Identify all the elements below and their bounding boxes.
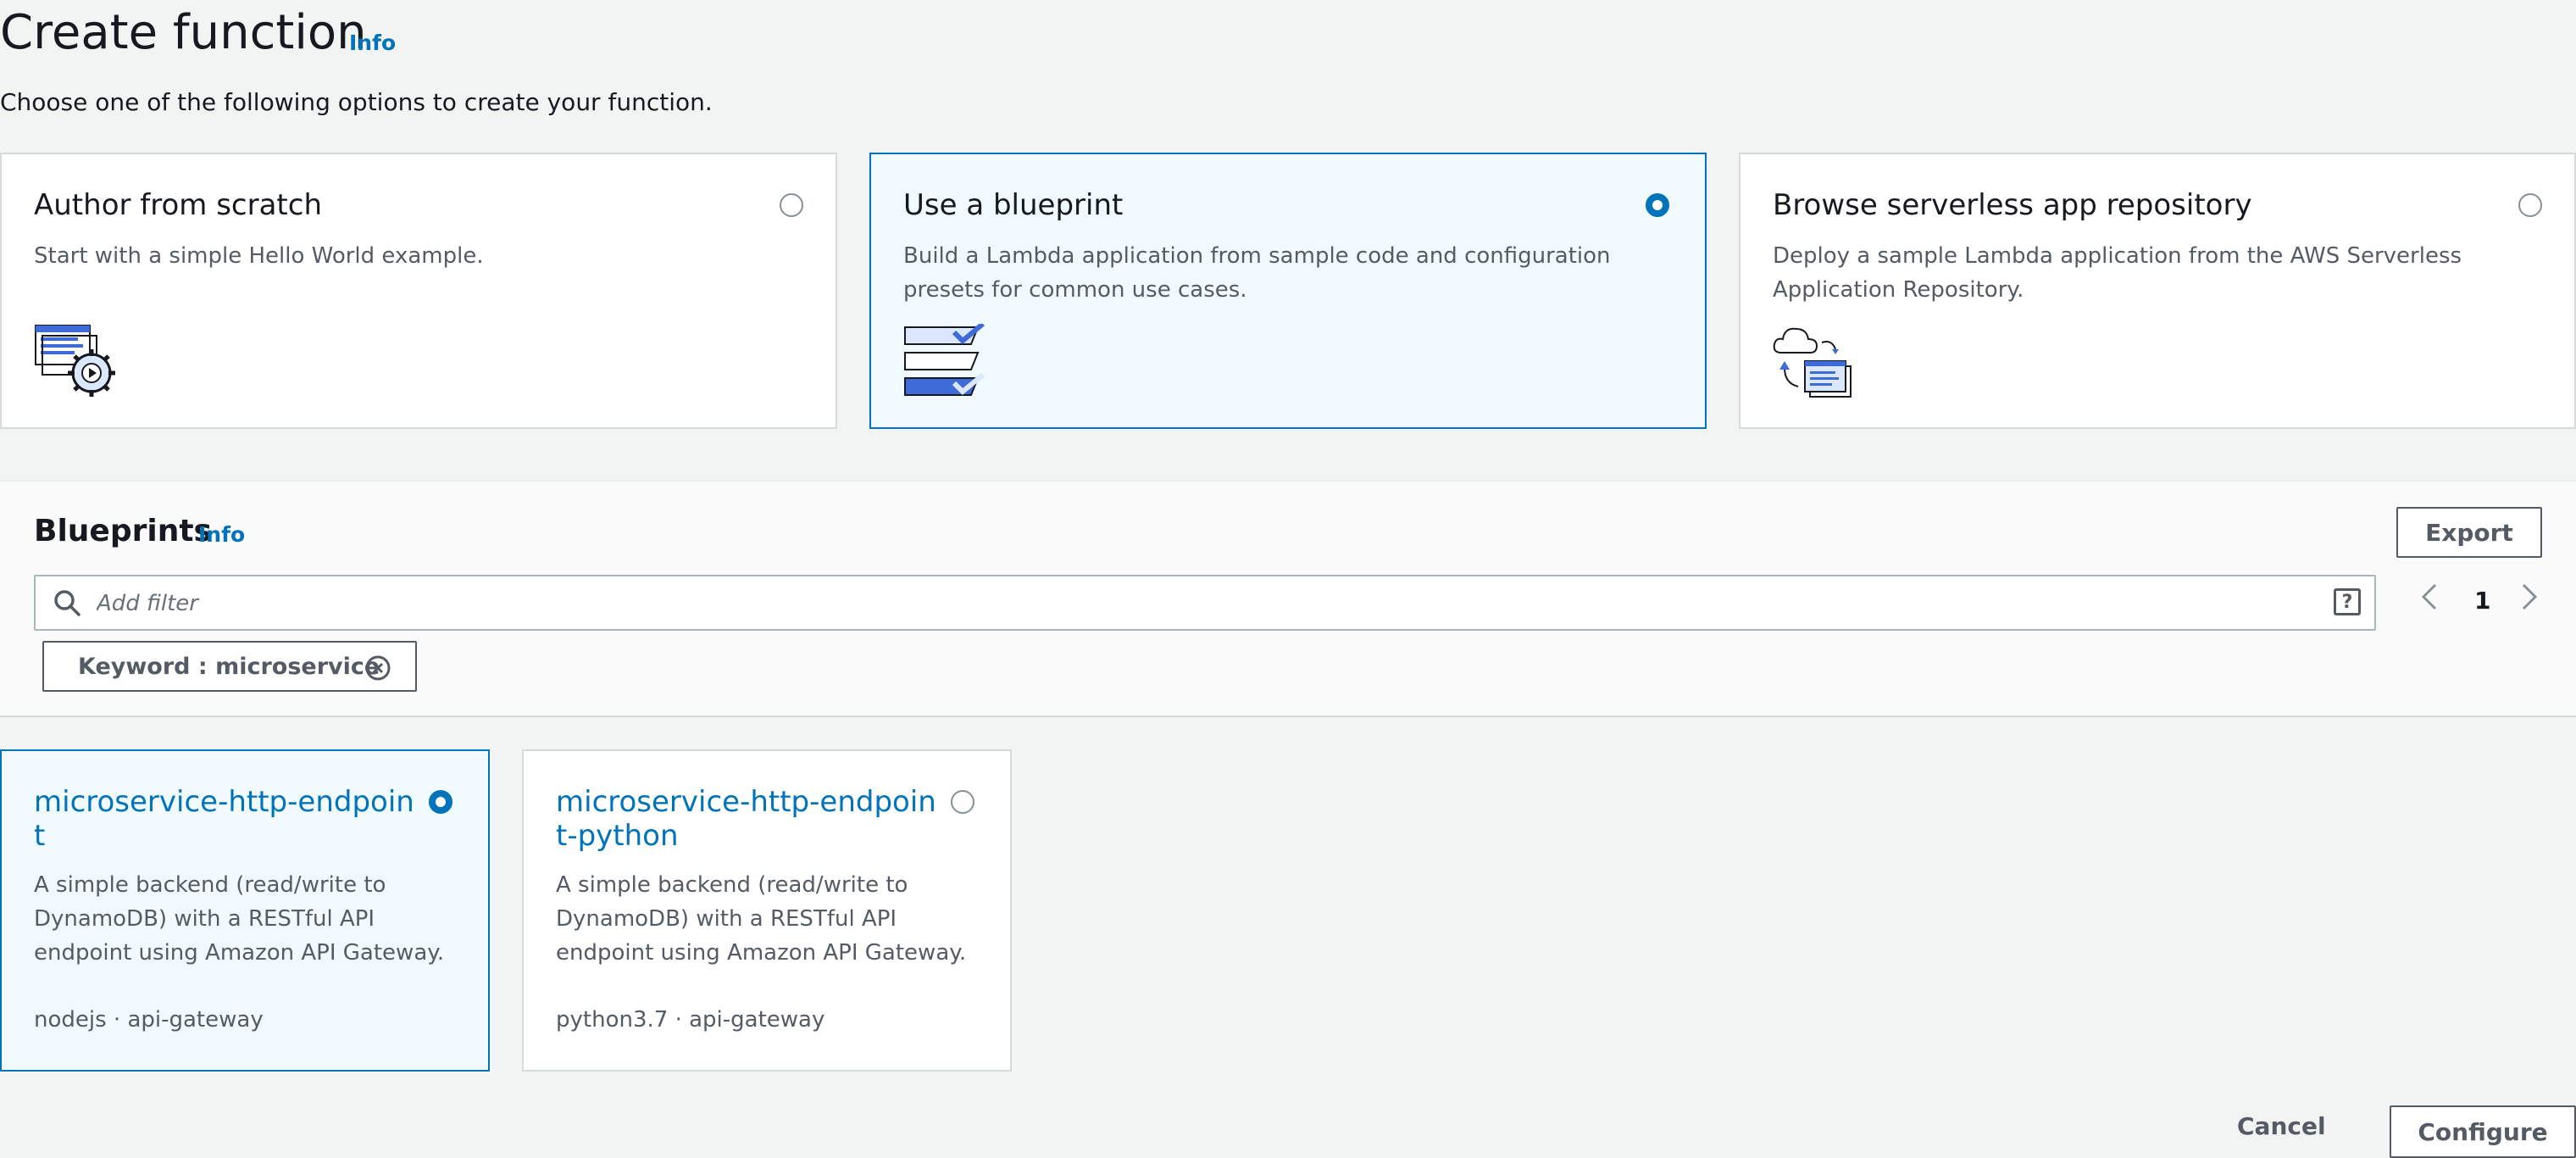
option-browse-serverless-repo[interactable]: Browse serverless app repository Deploy … — [1739, 153, 2576, 429]
title-info-link[interactable]: Info — [349, 31, 396, 55]
blueprint-tags: python3.7 · api-gateway — [556, 1007, 825, 1033]
option-radio-author-from-scratch[interactable] — [780, 193, 803, 217]
option-title: Browse serverless app repository — [1773, 188, 2252, 222]
blueprint-card-microservice-http-endpoint-python[interactable]: microservice-http-endpoint-python A simp… — [522, 749, 1012, 1072]
filter-input[interactable] — [95, 583, 2301, 624]
help-icon[interactable]: ? — [2334, 588, 2361, 615]
option-title: Author from scratch — [34, 188, 322, 222]
chevron-left-icon[interactable] — [2417, 580, 2442, 617]
option-description: Deploy a sample Lambda application from … — [1773, 243, 2462, 303]
option-title: Use a blueprint — [903, 188, 1124, 222]
blueprint-tags: nodejs · api-gateway — [34, 1007, 264, 1033]
export-button[interactable]: Export — [2396, 507, 2542, 558]
option-description: Build a Lambda application from sample c… — [903, 243, 1611, 303]
blueprint-name[interactable]: microservice-http-endpoint — [34, 785, 424, 853]
search-icon — [53, 588, 81, 621]
blueprint-description: A simple backend (read/write to DynamoDB… — [34, 872, 445, 966]
blueprint-description: A simple backend (read/write to DynamoDB… — [556, 872, 967, 966]
option-author-from-scratch[interactable]: Author from scratch Start with a simple … — [0, 153, 837, 429]
option-radio-browse-serverless-repo[interactable] — [2518, 193, 2542, 217]
remove-filter-icon[interactable] — [364, 654, 391, 685]
configure-button[interactable]: Configure — [2390, 1105, 2576, 1158]
keyword-filter-chip: Keyword : microservice — [42, 641, 417, 692]
blueprints-title: Blueprints — [34, 514, 212, 548]
keyword-chip-label: Keyword : microservice — [78, 653, 380, 680]
blueprints-panel: Blueprints Info Export ? Keyword : micro… — [0, 480, 2576, 717]
blueprint-checklist-icon — [903, 321, 988, 404]
blueprint-radio-microservice-http-endpoint[interactable] — [429, 790, 452, 814]
page-subtitle: Choose one of the following options to c… — [0, 88, 713, 116]
option-description: Start with a simple Hello World example. — [34, 243, 484, 269]
code-gear-icon — [34, 324, 119, 405]
option-radio-use-a-blueprint[interactable] — [1646, 193, 1669, 217]
pagination-current-page[interactable]: 1 — [2474, 587, 2490, 615]
blueprint-card-microservice-http-endpoint[interactable]: microservice-http-endpoint A simple back… — [0, 749, 490, 1072]
blueprint-name[interactable]: microservice-http-endpoint-python — [556, 785, 946, 853]
cloud-repository-icon — [1773, 324, 1857, 405]
filter-box: ? — [34, 575, 2376, 631]
option-use-a-blueprint[interactable]: Use a blueprint Build a Lambda applicati… — [869, 153, 1707, 429]
chevron-right-icon[interactable] — [2517, 580, 2542, 617]
cancel-button[interactable]: Cancel — [2237, 1112, 2326, 1140]
blueprint-radio-microservice-http-endpoint-python[interactable] — [951, 790, 974, 814]
page-title: Create function — [0, 5, 367, 60]
blueprints-info-link[interactable]: Info — [198, 522, 245, 547]
